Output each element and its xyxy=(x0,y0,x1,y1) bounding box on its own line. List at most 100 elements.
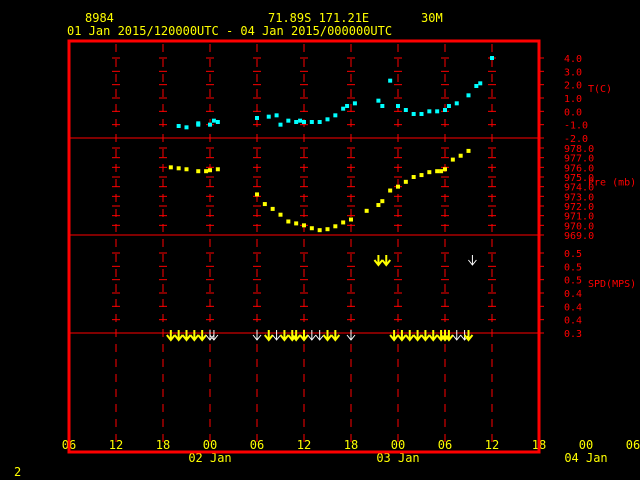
temperature-point xyxy=(380,104,385,108)
pressure-point xyxy=(204,169,209,174)
x-tick-label: 12 xyxy=(485,438,499,452)
page-number: 2 xyxy=(14,465,21,479)
x-tick-label: 18 xyxy=(344,438,358,452)
y-tick-label: 0.5 xyxy=(564,249,582,260)
x-tick-label: 18 xyxy=(156,438,170,452)
temperature-point xyxy=(388,78,393,83)
x-tick-label: 12 xyxy=(109,438,123,452)
pressure-point xyxy=(396,184,400,189)
temperature-point xyxy=(411,112,416,116)
temperature-point xyxy=(302,120,306,124)
temperature-point xyxy=(474,84,479,88)
pressure-point xyxy=(435,169,440,174)
pressure-point xyxy=(278,212,283,217)
temperature-point xyxy=(208,122,212,127)
pressure-point xyxy=(176,166,181,171)
y-tick-label: 969.0 xyxy=(564,231,594,242)
y-tick-label: 0.4 xyxy=(564,302,582,313)
temperature-point xyxy=(286,118,291,123)
y-tick-label: 0.5 xyxy=(564,262,582,273)
temperature-point xyxy=(341,106,346,111)
y-axis-label: SPD(MPS) xyxy=(588,279,636,290)
y-tick-label: 0.5 xyxy=(564,276,582,287)
pressure-point xyxy=(302,223,306,228)
interval: 30M xyxy=(421,11,443,25)
pressure-point xyxy=(443,167,447,172)
temperature-point xyxy=(176,124,181,128)
temperature-point xyxy=(309,120,314,124)
temperature-point xyxy=(345,104,350,108)
y-tick-label: 2.0 xyxy=(564,81,582,92)
x-tick-label: 06 xyxy=(626,438,640,452)
pressure-point xyxy=(376,203,381,208)
temperature-point xyxy=(478,81,483,86)
pressure-point xyxy=(466,148,471,153)
temperature-point xyxy=(419,112,424,116)
pressure-point xyxy=(196,169,201,174)
temperature-point xyxy=(435,109,440,114)
y-tick-label: 1.0 xyxy=(564,94,582,105)
temperature-point xyxy=(325,117,330,122)
y-tick-label: 0.4 xyxy=(564,289,582,300)
pressure-point xyxy=(184,167,189,172)
temperature-point xyxy=(298,118,303,123)
pressure-point xyxy=(208,168,212,173)
pressure-point xyxy=(411,175,416,179)
y-tick-label: 0.3 xyxy=(564,329,582,340)
pressure-point xyxy=(309,226,314,231)
y-tick-label: 3.0 xyxy=(564,67,582,78)
x-tick-label: 00 xyxy=(579,438,593,452)
temperature-point xyxy=(184,125,189,130)
pressure-point xyxy=(333,224,338,229)
y-axis-label: Pre (mb) xyxy=(588,178,636,189)
pressure-point xyxy=(168,165,173,170)
temperature-point xyxy=(317,120,322,124)
pressure-point xyxy=(419,173,424,178)
pressure-point xyxy=(427,170,432,175)
pressure-point xyxy=(380,199,385,204)
pressure-point xyxy=(262,202,267,207)
pressure-point xyxy=(286,219,291,224)
pressure-point xyxy=(388,188,393,193)
temperature-point xyxy=(403,108,408,112)
temperature-point xyxy=(215,120,220,124)
pressure-point xyxy=(294,221,299,226)
pressure-point xyxy=(317,228,322,233)
pressure-point xyxy=(450,157,455,162)
temperature-point xyxy=(266,114,271,119)
pressure-point xyxy=(403,179,408,184)
pressure-point xyxy=(458,153,463,158)
pressure-point xyxy=(215,167,220,172)
y-tick-label: -1.0 xyxy=(564,121,588,132)
x-tick-label: 06 xyxy=(438,438,452,452)
temperature-point xyxy=(376,98,381,103)
location: 71.89S 171.21E xyxy=(268,11,369,25)
temperature-point xyxy=(427,109,432,114)
temperature-point xyxy=(278,122,283,127)
temperature-point xyxy=(294,120,299,124)
x-tick-label: 00 xyxy=(391,438,405,452)
temperature-point xyxy=(352,101,357,106)
pressure-point xyxy=(341,220,346,225)
temperature-point xyxy=(211,118,216,123)
x-date-label: 04 Jan xyxy=(564,451,607,465)
x-tick-label: 12 xyxy=(297,438,311,452)
temperature-point xyxy=(333,113,338,118)
x-tick-label: 06 xyxy=(250,438,264,452)
meteogram-plot: 8984 71.89S 171.21E 30M 01 Jan 2015/1200… xyxy=(0,0,640,480)
temperature-point xyxy=(255,116,259,120)
y-tick-label: 0.4 xyxy=(564,316,582,327)
pressure-point xyxy=(349,217,353,222)
temperature-point xyxy=(396,104,400,108)
temperature-point xyxy=(446,104,451,108)
temperature-point xyxy=(454,101,459,106)
y-tick-label: 0.0 xyxy=(564,107,582,118)
pressure-point xyxy=(364,208,369,213)
temperature-point xyxy=(274,113,279,118)
pressure-point xyxy=(325,227,330,232)
pressure-point xyxy=(270,206,275,211)
pressure-point xyxy=(255,192,259,197)
temperature-point xyxy=(490,56,494,60)
station-id: 8984 xyxy=(85,11,114,25)
temperature-point xyxy=(443,108,447,112)
